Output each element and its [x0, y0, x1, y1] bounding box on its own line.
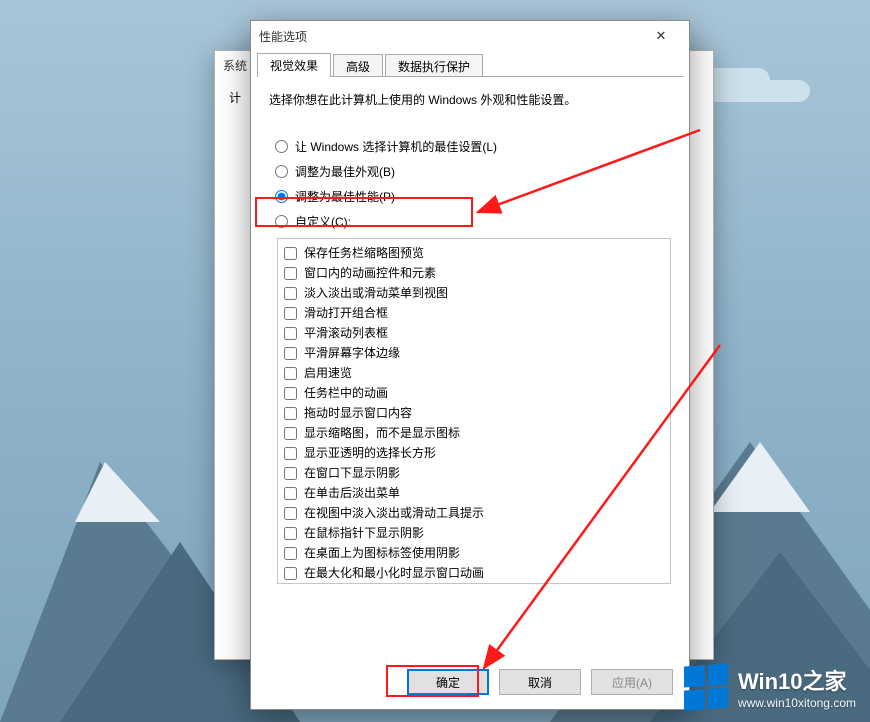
checkbox-row[interactable]: 淡入淡出或滑动菜单到视图: [284, 283, 664, 303]
radio-best-performance[interactable]: 调整为最佳性能(P): [275, 188, 671, 205]
checkbox-input[interactable]: [284, 547, 297, 560]
checkbox-label: 在窗口下显示阴影: [304, 463, 400, 483]
checkbox-input[interactable]: [284, 407, 297, 420]
checkbox-row[interactable]: 任务栏中的动画: [284, 383, 664, 403]
instruction-text: 选择你想在此计算机上使用的 Windows 外观和性能设置。: [269, 91, 671, 108]
watermark-title: Win10之家: [738, 664, 856, 696]
checkbox-label: 在最大化和最小化时显示窗口动画: [304, 563, 484, 583]
radio-let-windows[interactable]: 让 Windows 选择计算机的最佳设置(L): [275, 138, 671, 155]
apply-button[interactable]: 应用(A): [591, 669, 673, 695]
checkbox-input[interactable]: [284, 447, 297, 460]
checkbox-row[interactable]: 窗口内的动画控件和元素: [284, 263, 664, 283]
radio-input[interactable]: [275, 215, 288, 228]
checkbox-row[interactable]: 拖动时显示窗口内容: [284, 403, 664, 423]
checkbox-label: 在单击后淡出菜单: [304, 483, 400, 503]
checkbox-input[interactable]: [284, 527, 297, 540]
checkbox-row[interactable]: 在最大化和最小化时显示窗口动画: [284, 563, 664, 583]
tab-label: 数据执行保护: [398, 58, 470, 75]
checkbox-row[interactable]: 启用速览: [284, 363, 664, 383]
checkbox-row[interactable]: 平滑屏幕字体边缘: [284, 343, 664, 363]
checkbox-input[interactable]: [284, 267, 297, 280]
checkbox-row[interactable]: 在桌面上为图标标签使用阴影: [284, 543, 664, 563]
checkbox-label: 拖动时显示窗口内容: [304, 403, 412, 423]
radio-best-appearance[interactable]: 调整为最佳外观(B): [275, 163, 671, 180]
checkbox-row[interactable]: 滑动打开组合框: [284, 303, 664, 323]
checkbox-input[interactable]: [284, 467, 297, 480]
radio-input[interactable]: [275, 140, 288, 153]
checkbox-label: 淡入淡出或滑动菜单到视图: [304, 283, 448, 303]
checkbox-label: 窗口内的动画控件和元素: [304, 263, 436, 283]
ok-button[interactable]: 确定: [407, 669, 489, 695]
checkbox-label: 保存任务栏缩略图预览: [304, 243, 424, 263]
checkbox-row[interactable]: 在单击后淡出菜单: [284, 483, 664, 503]
dialog-buttons: 确定 取消 应用(A): [407, 669, 673, 695]
checkbox-input[interactable]: [284, 507, 297, 520]
back-title: 系统: [223, 57, 247, 74]
checkbox-input[interactable]: [284, 387, 297, 400]
checkbox-row[interactable]: 显示缩略图，而不是显示图标: [284, 423, 664, 443]
tab-label: 视觉效果: [270, 57, 318, 74]
radio-label: 调整为最佳性能(P): [295, 188, 395, 205]
checkbox-label: 滑动打开组合框: [304, 303, 388, 323]
checkbox-input[interactable]: [284, 327, 297, 340]
checkbox-label: 在视图中淡入淡出或滑动工具提示: [304, 503, 484, 523]
checkbox-row[interactable]: 显示亚透明的选择长方形: [284, 443, 664, 463]
checkbox-label: 在鼠标指针下显示阴影: [304, 523, 424, 543]
tab-body: 选择你想在此计算机上使用的 Windows 外观和性能设置。 让 Windows…: [251, 77, 689, 592]
titlebar[interactable]: 性能选项 ✕: [251, 21, 689, 51]
back-body-fragment: 计: [229, 91, 241, 105]
radio-custom[interactable]: 自定义(C):: [275, 213, 671, 230]
checkbox-label: 平滑屏幕字体边缘: [304, 343, 400, 363]
checkbox-input[interactable]: [284, 367, 297, 380]
checkbox-row[interactable]: 在窗口下显示阴影: [284, 463, 664, 483]
tab-advanced[interactable]: 高级: [333, 54, 383, 77]
visual-effects-checklist[interactable]: 保存任务栏缩略图预览窗口内的动画控件和元素淡入淡出或滑动菜单到视图滑动打开组合框…: [277, 238, 671, 584]
dialog-title: 性能选项: [259, 28, 307, 45]
checkbox-label: 显示亚透明的选择长方形: [304, 443, 436, 463]
checkbox-row[interactable]: 在鼠标指针下显示阴影: [284, 523, 664, 543]
checkbox-input[interactable]: [284, 307, 297, 320]
tab-dep[interactable]: 数据执行保护: [385, 54, 483, 77]
checkbox-label: 在桌面上为图标标签使用阴影: [304, 543, 460, 563]
checkbox-label: 任务栏中的动画: [304, 383, 388, 403]
close-icon[interactable]: ✕: [641, 23, 681, 49]
performance-options-dialog: 性能选项 ✕ 视觉效果 高级 数据执行保护 选择你想在此计算机上使用的 Wind…: [250, 20, 690, 710]
bg-snowcap: [710, 442, 810, 512]
checkbox-row[interactable]: 在视图中淡入淡出或滑动工具提示: [284, 503, 664, 523]
cancel-button[interactable]: 取消: [499, 669, 581, 695]
tabstrip: 视觉效果 高级 数据执行保护: [251, 51, 689, 77]
checkbox-label: 启用速览: [304, 363, 352, 383]
checkbox-input[interactable]: [284, 567, 297, 580]
checkbox-row[interactable]: 平滑滚动列表框: [284, 323, 664, 343]
radio-label: 让 Windows 选择计算机的最佳设置(L): [295, 138, 497, 155]
checkbox-input[interactable]: [284, 287, 297, 300]
radio-label: 自定义(C):: [295, 213, 351, 230]
checkbox-input[interactable]: [284, 427, 297, 440]
checkbox-input[interactable]: [284, 487, 297, 500]
radio-group: 让 Windows 选择计算机的最佳设置(L) 调整为最佳外观(B) 调整为最佳…: [275, 138, 671, 230]
bg-snowcap: [75, 462, 160, 522]
checkbox-label: 显示缩略图，而不是显示图标: [304, 423, 460, 443]
radio-input[interactable]: [275, 165, 288, 178]
radio-label: 调整为最佳外观(B): [295, 163, 395, 180]
radio-input[interactable]: [275, 190, 288, 203]
checkbox-input[interactable]: [284, 347, 297, 360]
checkbox-label: 平滑滚动列表框: [304, 323, 388, 343]
windows-logo-icon: [684, 663, 728, 710]
tab-label: 高级: [346, 58, 370, 75]
watermark-url: www.win10xitong.com: [738, 696, 856, 710]
checkbox-input[interactable]: [284, 247, 297, 260]
watermark: Win10之家 www.win10xitong.com: [684, 664, 856, 710]
tab-visual-effects[interactable]: 视觉效果: [257, 53, 331, 77]
checkbox-row[interactable]: 保存任务栏缩略图预览: [284, 243, 664, 263]
